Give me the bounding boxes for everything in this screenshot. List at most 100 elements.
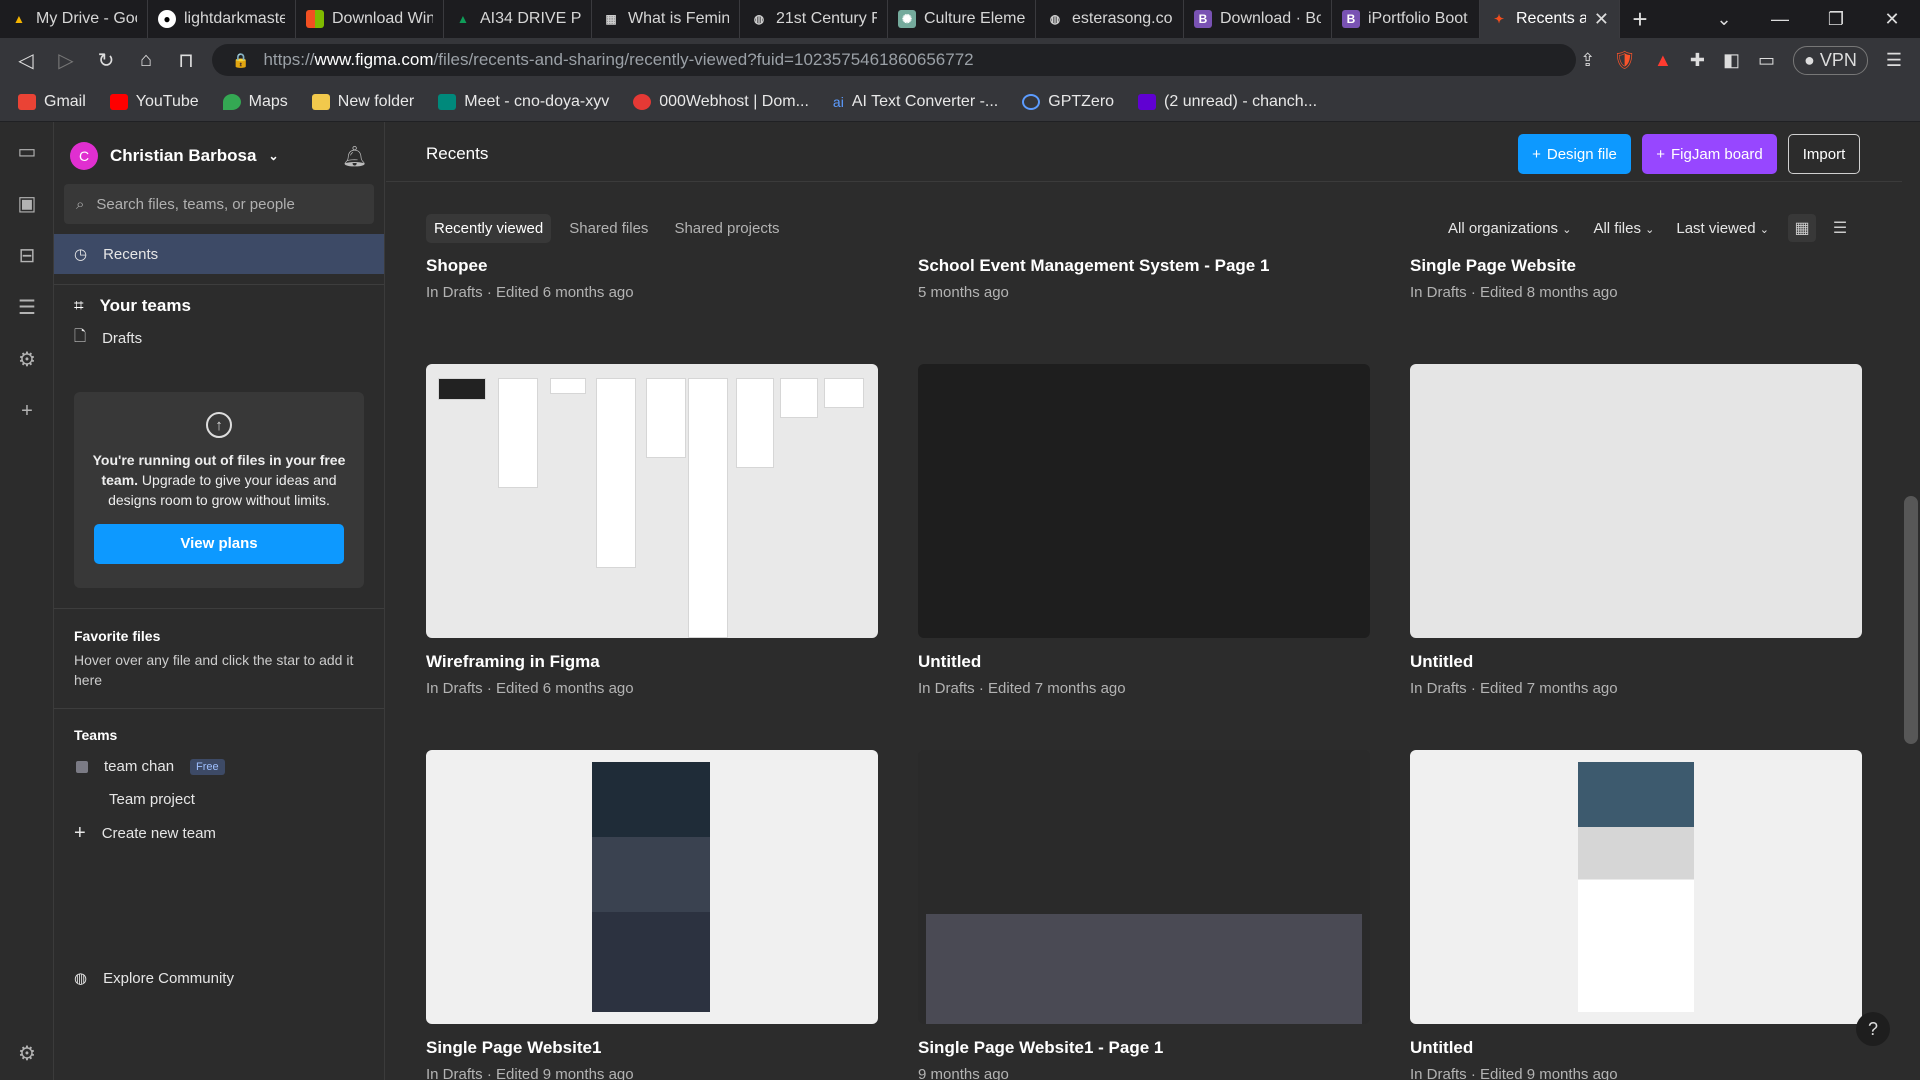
file-title: Untitled xyxy=(1410,1038,1474,1057)
browser-tab[interactable]: ◍ 21st Century F xyxy=(740,0,888,38)
page-preview xyxy=(926,914,1362,1024)
new-tab-button[interactable]: + xyxy=(1620,0,1660,38)
bookmark-icon[interactable]: ⊓ xyxy=(166,38,206,82)
restore-button[interactable]: ❐ xyxy=(1808,0,1864,38)
file-meta: In Drafts · Edited 7 months ago xyxy=(1410,680,1618,697)
help-button[interactable]: ? xyxy=(1856,1012,1890,1046)
favorites-heading: Favorite files xyxy=(74,628,161,644)
browser-tab[interactable]: BiPortfolio Boot xyxy=(1332,0,1480,38)
brave-shield-icon[interactable]: 🛡 xyxy=(1613,50,1636,71)
back-button[interactable]: ◁ xyxy=(6,38,46,82)
import-button[interactable]: Import xyxy=(1788,134,1860,174)
browser-tab[interactable]: ✺ Culture Elemer xyxy=(888,0,1036,38)
browser-tab[interactable]: ▲ My Drive - Goo xyxy=(0,0,148,38)
browser-tab[interactable]: Download Win xyxy=(296,0,444,38)
reload-button[interactable]: ↻ xyxy=(86,38,126,82)
bookmark-maps[interactable]: Maps xyxy=(222,93,288,111)
new-design-file-button[interactable]: + Design file xyxy=(1518,134,1631,174)
file-card[interactable]: Single Page Website1 In Drafts · Edited … xyxy=(426,750,878,1080)
bookmark-folder[interactable]: New folder xyxy=(311,93,414,111)
chevron-down-icon: ⌄ xyxy=(1562,224,1572,236)
bookmark-youtube[interactable]: YouTube xyxy=(109,93,199,111)
home-icon[interactable]: ⌂ xyxy=(126,38,166,82)
bookmark-000webhost[interactable]: 000Webhost | Dom... xyxy=(633,93,809,111)
brave-rewards-icon[interactable]: ▲ xyxy=(1654,50,1672,71)
settings-icon[interactable]: ⚙ xyxy=(14,346,40,372)
tab-shared-files[interactable]: Shared files xyxy=(561,214,656,243)
file-card[interactable]: School Event Management System - Page 1 … xyxy=(918,256,1370,301)
bookmarks-icon[interactable]: ⊟ xyxy=(14,242,40,268)
notifications-bell-icon[interactable]: 🔔︎ xyxy=(342,144,367,169)
wallet-icon[interactable]: ▣ xyxy=(14,190,40,216)
file-card[interactable]: Single Page Website In Drafts · Edited 8… xyxy=(1410,256,1862,301)
browser-tab[interactable]: ● lightdarkmaste xyxy=(148,0,296,38)
account-switcher[interactable]: C Christian Barbosa ⌄ xyxy=(70,142,279,170)
grid-view-icon[interactable]: ▦ xyxy=(1788,214,1816,242)
list-view-icon[interactable]: ☰ xyxy=(1826,214,1854,242)
browser-tab[interactable]: ▦ What is Femini xyxy=(592,0,740,38)
scrollbar[interactable] xyxy=(1902,122,1920,1080)
view-plans-button[interactable]: View plans xyxy=(94,524,344,564)
team-project-label: Team project xyxy=(109,791,195,808)
bookmark-label: AI Text Converter -... xyxy=(851,92,999,110)
file-card[interactable]: Shopee In Drafts · Edited 6 months ago xyxy=(426,256,878,301)
file-thumbnail xyxy=(1410,364,1862,638)
minimize-button[interactable]: — xyxy=(1752,0,1808,38)
menu-icon[interactable]: ☰ xyxy=(1886,50,1902,71)
sidebar-item-drafts[interactable]: 🗋 Drafts xyxy=(54,318,384,358)
youtube-icon xyxy=(109,93,128,110)
file-title: Single Page Website1 - Page 1 xyxy=(918,1038,1164,1057)
file-card[interactable]: Untitled In Drafts · Edited 9 months ago xyxy=(1410,750,1862,1080)
team-project-item[interactable]: Team project xyxy=(109,791,195,808)
browser-tab[interactable]: B Download · Bo xyxy=(1184,0,1332,38)
search-box[interactable]: ⌕ xyxy=(64,184,374,224)
organization-filter[interactable]: All organizations ⌄ xyxy=(1448,220,1571,237)
bookmark-ai-text[interactable]: ai AI Text Converter -... xyxy=(833,93,998,111)
close-tab-icon[interactable]: ✕ xyxy=(1594,9,1609,30)
tab-recently-viewed[interactable]: Recently viewed xyxy=(426,214,552,243)
tab-shared-projects[interactable]: Shared projects xyxy=(666,214,787,243)
sidebar-settings-icon[interactable]: ⚙ xyxy=(14,1040,40,1066)
url-field[interactable]: 🔒 https://www.figma.com/files/recents-an… xyxy=(212,44,1576,76)
browser-tab[interactable]: ◍ esterasong.con xyxy=(1036,0,1184,38)
scrollbar-thumb[interactable] xyxy=(1904,496,1918,744)
upload-arrow-icon: ↑ xyxy=(206,412,232,438)
close-window-button[interactable]: ✕ xyxy=(1864,0,1920,38)
file-card[interactable]: Untitled In Drafts · Edited 7 months ago xyxy=(1410,364,1862,697)
bookmark-yahoo-mail[interactable]: (2 unread) - chanch... xyxy=(1138,93,1317,111)
wireframe-frame xyxy=(824,378,864,408)
wallet-icon[interactable]: ▭ xyxy=(1758,50,1775,71)
team-item[interactable]: team chan Free xyxy=(74,758,225,775)
browser-tab-active[interactable]: ✦ Recents an ✕ xyxy=(1480,0,1620,38)
search-input[interactable] xyxy=(96,195,347,213)
upgrade-card: ↑ You're running out of files in your fr… xyxy=(74,392,364,588)
forward-button[interactable]: ▷ xyxy=(46,38,86,82)
window-controls: ⌄ — ❐ ✕ xyxy=(1696,0,1920,38)
sort-dropdown[interactable]: Last viewed ⌄ xyxy=(1676,220,1769,237)
bootstrap-icon: B xyxy=(1194,10,1212,28)
add-icon[interactable]: + xyxy=(14,398,40,424)
extensions-puzzle-icon[interactable]: ✚ xyxy=(1690,50,1705,71)
sidebar-item-recents[interactable]: ◷ Recents xyxy=(54,234,384,274)
bookmark-gmail[interactable]: Gmail xyxy=(18,93,86,111)
file-card[interactable]: Single Page Website1 - Page 1 9 months a… xyxy=(918,750,1370,1080)
share-icon[interactable]: ⇪ xyxy=(1580,50,1595,71)
video-icon[interactable]: ▭ xyxy=(14,138,40,164)
vpn-button[interactable]: ● VPN xyxy=(1792,45,1868,75)
tab-search-icon[interactable]: ⌄ xyxy=(1696,0,1752,38)
new-figjam-board-button[interactable]: + FigJam board xyxy=(1642,134,1777,174)
bookmark-gptzero[interactable]: GPTZero xyxy=(1022,93,1114,111)
create-team-button[interactable]: + Create new team xyxy=(74,822,216,845)
plus-icon: + xyxy=(74,822,86,844)
browser-tab[interactable]: ▲ AI34 DRIVE PP xyxy=(444,0,592,38)
file-title: School Event Management System - Page 1 xyxy=(918,256,1270,275)
file-card[interactable]: Untitled In Drafts · Edited 7 months ago xyxy=(918,364,1370,697)
explore-community-link[interactable]: ◍ Explore Community xyxy=(74,969,234,988)
bookmark-meet[interactable]: Meet - cno-doya-xyv xyxy=(438,93,609,111)
reading-list-icon[interactable]: ☰ xyxy=(14,294,40,320)
tab-label: AI34 DRIVE PP xyxy=(480,10,581,27)
file-card[interactable]: Wireframing in Figma In Drafts · Edited … xyxy=(426,364,878,697)
file-type-filter[interactable]: All files ⌄ xyxy=(1593,220,1654,237)
url-host: www.figma.com xyxy=(314,50,434,69)
sidebar-toggle-icon[interactable]: ◧ xyxy=(1723,50,1740,71)
